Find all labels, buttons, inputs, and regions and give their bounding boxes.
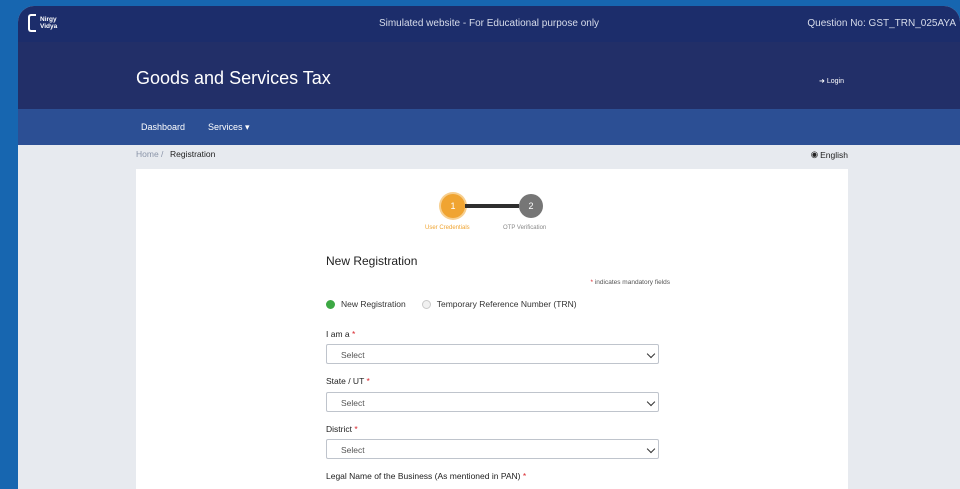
radio-trn[interactable] <box>421 299 431 309</box>
chevron-down-icon <box>646 444 656 454</box>
nav-dashboard[interactable]: Dashboard <box>141 122 185 132</box>
language-label: English <box>820 149 848 160</box>
breadcrumb: Home / Registration ◉ English <box>18 145 960 163</box>
breadcrumb-home[interactable]: Home <box>136 149 159 159</box>
registration-type-radios: New Registration Temporary Reference Num… <box>326 299 593 309</box>
browser-frame: Nirgy Vidya Simulated website - For Educ… <box>18 6 960 489</box>
step-2-circle: 2 <box>519 194 543 218</box>
language-selector[interactable]: ◉ English <box>811 149 848 160</box>
main-nav: Dashboard Services ▾ <box>18 109 960 145</box>
mandatory-star: * <box>590 279 594 286</box>
district-label: District * <box>326 424 358 434</box>
i-am-a-value: Select <box>341 350 365 360</box>
login-label: Login <box>826 77 844 85</box>
site-header: Goods and Services Tax ➜ Login <box>18 42 960 109</box>
chevron-down-icon <box>646 397 656 407</box>
mandatory-text: indicates mandatory fields <box>594 279 670 286</box>
login-link[interactable]: ➜ Login <box>818 77 844 86</box>
step-1-label: User Credentials <box>425 225 470 231</box>
stepper-connector <box>465 204 519 208</box>
registration-stepper: 1 2 User Credentials OTP Verification <box>136 169 848 231</box>
step-1-circle: 1 <box>441 194 465 218</box>
state-select[interactable]: Select <box>326 392 659 412</box>
chevron-down-icon <box>646 349 656 359</box>
site-title: Goods and Services Tax <box>136 68 331 88</box>
i-am-a-select[interactable]: Select <box>326 344 659 364</box>
state-value: Select <box>341 398 365 408</box>
radio-trn-label[interactable]: Temporary Reference Number (TRN) <box>437 299 577 309</box>
legal-name-label: Legal Name of the Business (As mentioned… <box>326 471 527 481</box>
globe-icon: ◉ <box>810 149 819 159</box>
i-am-a-label: I am a * <box>326 329 356 339</box>
radio-new-registration[interactable] <box>326 299 335 309</box>
breadcrumb-separator: / <box>161 149 164 159</box>
top-info-bar: Nirgy Vidya Simulated website - For Educ… <box>18 6 960 42</box>
question-number: Question No: GST_TRN_025AYA <box>807 18 956 29</box>
breadcrumb-current: Registration <box>170 149 216 159</box>
mandatory-note: * indicates mandatory fields <box>591 279 671 286</box>
step-2-label: OTP Verification <box>503 225 547 231</box>
form-title: New Registration <box>326 254 418 268</box>
nav-services[interactable]: Services ▾ <box>208 122 250 133</box>
registration-panel: 1 2 User Credentials OTP Verification Ne… <box>136 169 848 489</box>
radio-new-registration-label[interactable]: New Registration <box>341 299 406 309</box>
state-label: State / UT * <box>326 376 370 386</box>
district-value: Select <box>341 445 365 455</box>
district-select[interactable]: Select <box>326 439 659 459</box>
login-arrow-icon: ➜ <box>818 78 825 85</box>
